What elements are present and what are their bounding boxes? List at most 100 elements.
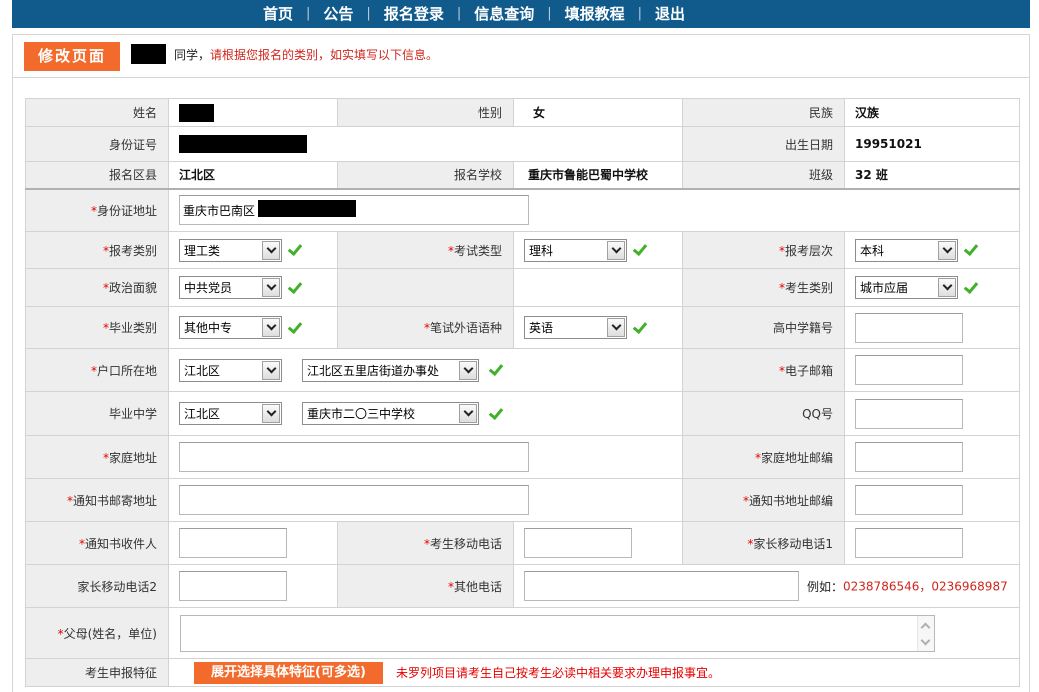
email-input[interactable] [855,355,963,385]
nav-item-logout[interactable]: 退出 [655,0,685,28]
cell-graduation-type: 其他中专 [168,306,338,349]
notice-address-input[interactable] [179,485,529,515]
table-row: 报名区县 江北区 报名学校 重庆市鲁能巴蜀中学校 班级 32 班 [25,161,1020,190]
label-text: 报考类别 [108,243,157,258]
cell-home-address [168,435,683,479]
chevron-down-icon [459,404,477,423]
exam-type-select[interactable]: 理科 [524,238,627,262]
parents-textarea-wrap [180,614,935,652]
table-row: *毕业类别 其他中专 *笔试外语语种 英语 高中学籍号 [25,306,1020,349]
label-exam-level: *报考层次 [682,231,845,269]
check-icon [962,242,978,258]
label-text: 笔试外语语种 [429,321,502,335]
nav-item-registration-login[interactable]: 报名登录 [384,0,444,28]
cell-parent-mobile-1 [844,521,1020,565]
label-text: 高中学籍号 [772,321,833,335]
parent-mobile-1-input[interactable] [855,528,963,558]
nav-separator: | [547,6,552,21]
chevron-down-icon[interactable] [920,635,931,645]
cell-notice-address [168,478,683,522]
cell-parent-mobile-2 [168,564,338,608]
graduated-school-district-select[interactable]: 江北区 [179,402,282,425]
political-status-select[interactable]: 中共党员 [179,276,282,299]
label-graduated-school: 毕业中学 [25,391,169,436]
nav-item-info-query[interactable]: 信息查询 [474,0,534,28]
label-text: 电子邮箱 [784,363,833,378]
check-icon [286,280,302,296]
home-postcode-input[interactable] [855,442,963,472]
nav-item-home[interactable]: 首页 [263,0,293,28]
label-graduation-type: *毕业类别 [25,306,169,349]
label-text: 家长移动电话1 [753,536,833,551]
label-qq: QQ号 [682,391,845,436]
exam-level-select[interactable]: 本科 [855,238,958,262]
parent-mobile-2-input[interactable] [179,571,287,601]
table-row: 姓名 性别 女 民族 汉族 [25,98,1020,127]
label-notice-postcode: *通知书地址邮编 [682,478,845,522]
nav-menu: 首页 | 公告 | 报名登录 | 信息查询 | 填报教程 | 退出 [263,0,685,28]
cell-candidate-type: 城市应届 [844,268,1020,307]
other-phone-input[interactable] [524,571,799,601]
cell-class: 32 班 [844,161,1020,190]
cell-notice-postcode [844,478,1020,522]
exam-category-select[interactable]: 理工类 [179,238,282,262]
features-note: 未罗列项目请考生自己按考生必读中相关要求办理申报事宜。 [396,666,721,680]
nav-separator: | [366,6,371,21]
id-address-field-wrap [179,195,529,226]
nav-item-tutorial[interactable]: 填报教程 [565,0,625,28]
label-text: 毕业中学 [108,407,157,421]
graduated-school-select[interactable]: 重庆市二〇三中学校 [302,402,479,425]
instruction-text: 请根据您报名的类别，如实填写以下信息。 [210,48,439,62]
label-text: 考试类型 [453,243,502,258]
table-row: *身份证地址 [25,188,1020,232]
select-value: 英语 [529,321,554,335]
candidate-type-select[interactable]: 城市应届 [855,276,958,299]
table-row: *父母(姓名，单位) [25,607,1020,659]
cell-birth-date: 19951021 [844,126,1020,162]
parents-textarea[interactable] [180,614,935,652]
expand-features-button[interactable]: 展开选择具体特征(可多选) [194,661,383,684]
label-text: 身份证地址 [96,203,157,218]
hukou-district-select[interactable]: 江北区 [179,358,282,382]
label-foreign-language: *笔试外语语种 [337,306,514,349]
redacted-name [179,103,214,122]
nav-item-announcements[interactable]: 公告 [323,0,353,28]
label-text: 毕业类别 [108,321,157,335]
cell-hukou: 江北区 江北区五里店街道办事处 [168,348,683,392]
cell-id-number [168,126,683,162]
student-mobile-input[interactable] [524,528,632,558]
cell-name [168,98,338,127]
table-row: 家长移动电话2 *其他电话 例如：0238786546，0236968987 [25,564,1020,608]
cell-ethnicity: 汉族 [844,98,1020,127]
hukou-street-select[interactable]: 江北区五里店街道办事处 [302,358,479,382]
student-number-input[interactable] [855,312,963,343]
phone-example-label: 例如： [807,579,844,594]
cell-foreign-language: 英语 [513,306,683,349]
label-name: 姓名 [25,98,169,127]
cell-political-status: 中共党员 [168,268,338,307]
foreign-language-select[interactable]: 英语 [524,316,627,339]
cell-parents [168,607,1020,659]
chevron-up-icon[interactable] [920,622,931,632]
label-text: 报名区县 [108,168,157,183]
nav-separator: | [637,6,643,21]
label-text: 家庭地址邮编 [760,450,833,465]
label-hukou: *户口所在地 [25,348,169,392]
label-text: 民族 [808,106,833,120]
select-value: 中共党员 [184,281,233,295]
birth-date-value: 19951021 [855,137,922,151]
label-text: 通知书邮寄地址 [72,493,157,508]
qq-input[interactable] [855,398,963,429]
table-row: *户口所在地 江北区 江北区五里店街道办事处 *电子邮箱 [25,348,1020,392]
graduation-type-select[interactable]: 其他中专 [179,316,282,339]
notice-postcode-input[interactable] [855,485,963,515]
textarea-scrollbar[interactable] [917,615,934,651]
select-value: 城市应届 [860,281,909,295]
notice-recipient-input[interactable] [179,528,287,558]
header-divider [12,77,1030,78]
label-text: 考生移动电话 [429,536,502,551]
check-icon [286,320,302,336]
label-candidate-type: *考生类别 [682,268,845,307]
label-text: 报考层次 [784,243,833,258]
home-address-input[interactable] [179,442,529,472]
